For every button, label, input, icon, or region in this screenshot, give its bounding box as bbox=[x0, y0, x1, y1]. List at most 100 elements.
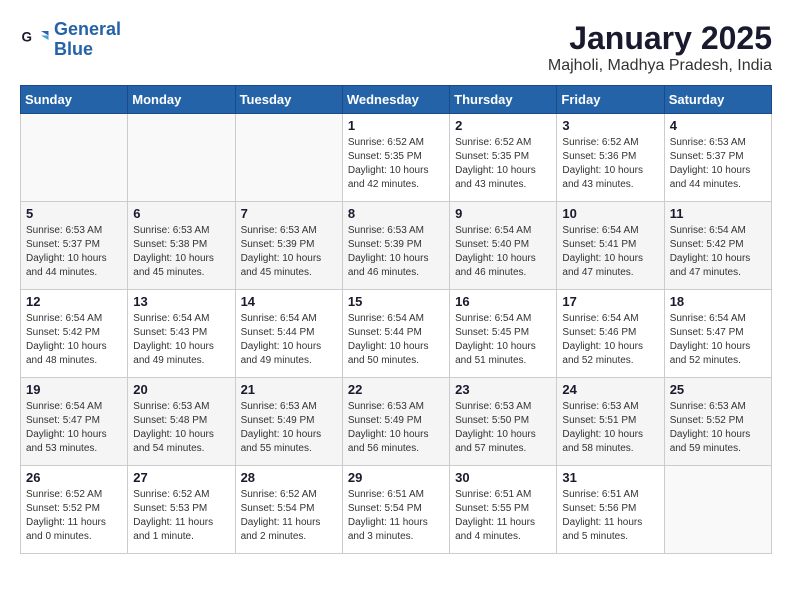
day-info: Sunrise: 6:53 AM Sunset: 5:37 PM Dayligh… bbox=[26, 224, 122, 280]
day-info: Sunrise: 6:53 AM Sunset: 5:49 PM Dayligh… bbox=[348, 400, 444, 456]
empty-day-cell bbox=[235, 114, 342, 202]
day-number: 25 bbox=[670, 382, 766, 397]
calendar-day-cell: 15 Sunrise: 6:54 AM Sunset: 5:44 PM Dayli… bbox=[342, 290, 449, 378]
day-number: 13 bbox=[133, 294, 229, 309]
day-info: Sunrise: 6:53 AM Sunset: 5:52 PM Dayligh… bbox=[670, 400, 766, 456]
calendar-table: SundayMondayTuesdayWednesdayThursdayFrid… bbox=[20, 85, 772, 554]
day-number: 3 bbox=[562, 118, 658, 133]
day-number: 19 bbox=[26, 382, 122, 397]
day-number: 9 bbox=[455, 206, 551, 221]
day-number: 23 bbox=[455, 382, 551, 397]
calendar-day-cell: 12 Sunrise: 6:54 AM Sunset: 5:42 PM Dayli… bbox=[21, 290, 128, 378]
calendar-week-row: 26 Sunrise: 6:52 AM Sunset: 5:52 PM Dayli… bbox=[21, 466, 772, 554]
calendar-day-cell: 30Sunrise: 6:51 AM Sunset: 5:55 PM Dayli… bbox=[450, 466, 557, 554]
calendar-day-cell: 18 Sunrise: 6:54 AM Sunset: 5:47 PM Dayli… bbox=[664, 290, 771, 378]
calendar-week-row: 5Sunrise: 6:53 AM Sunset: 5:37 PM Daylig… bbox=[21, 202, 772, 290]
calendar-week-row: 1 Sunrise: 6:52 AM Sunset: 5:35 PM Daylig… bbox=[21, 114, 772, 202]
day-number: 24 bbox=[562, 382, 658, 397]
day-info: Sunrise: 6:53 AM Sunset: 5:39 PM Dayligh… bbox=[241, 224, 337, 280]
day-info: Sunrise: 6:52 AM Sunset: 5:52 PM Dayligh… bbox=[26, 488, 122, 544]
day-number: 31 bbox=[562, 470, 658, 485]
day-number: 14 bbox=[241, 294, 337, 309]
logo-text: General Blue bbox=[54, 20, 121, 60]
day-info: Sunrise: 6:52 AM Sunset: 5:35 PM Dayligh… bbox=[348, 136, 444, 192]
day-number: 21 bbox=[241, 382, 337, 397]
calendar-day-cell: 23 Sunrise: 6:53 AM Sunset: 5:50 PM Dayli… bbox=[450, 378, 557, 466]
column-header-saturday: Saturday bbox=[664, 86, 771, 114]
calendar-day-cell: 22 Sunrise: 6:53 AM Sunset: 5:49 PM Dayli… bbox=[342, 378, 449, 466]
calendar-day-cell: 6 Sunrise: 6:53 AM Sunset: 5:38 PM Daylig… bbox=[128, 202, 235, 290]
page-header: G General Blue January 2025 Majholi, Mad… bbox=[20, 20, 772, 75]
day-info: Sunrise: 6:54 AM Sunset: 5:42 PM Dayligh… bbox=[670, 224, 766, 280]
calendar-day-cell: 26 Sunrise: 6:52 AM Sunset: 5:52 PM Dayli… bbox=[21, 466, 128, 554]
day-number: 30 bbox=[455, 470, 551, 485]
calendar-day-cell: 27Sunrise: 6:52 AM Sunset: 5:53 PM Dayli… bbox=[128, 466, 235, 554]
day-number: 12 bbox=[26, 294, 122, 309]
day-number: 2 bbox=[455, 118, 551, 133]
day-number: 4 bbox=[670, 118, 766, 133]
calendar-day-cell: 1 Sunrise: 6:52 AM Sunset: 5:35 PM Daylig… bbox=[342, 114, 449, 202]
day-number: 22 bbox=[348, 382, 444, 397]
calendar-day-cell: 19 Sunrise: 6:54 AM Sunset: 5:47 PM Dayli… bbox=[21, 378, 128, 466]
calendar-day-cell: 28 Sunrise: 6:52 AM Sunset: 5:54 PM Dayli… bbox=[235, 466, 342, 554]
day-info: Sunrise: 6:54 AM Sunset: 5:42 PM Dayligh… bbox=[26, 312, 122, 368]
day-number: 7 bbox=[241, 206, 337, 221]
day-number: 1 bbox=[348, 118, 444, 133]
calendar-week-row: 12 Sunrise: 6:54 AM Sunset: 5:42 PM Dayli… bbox=[21, 290, 772, 378]
calendar-day-cell: 14Sunrise: 6:54 AM Sunset: 5:44 PM Dayli… bbox=[235, 290, 342, 378]
day-info: Sunrise: 6:54 AM Sunset: 5:47 PM Dayligh… bbox=[26, 400, 122, 456]
svg-text:G: G bbox=[22, 29, 33, 44]
day-number: 16 bbox=[455, 294, 551, 309]
column-header-friday: Friday bbox=[557, 86, 664, 114]
day-number: 28 bbox=[241, 470, 337, 485]
day-info: Sunrise: 6:51 AM Sunset: 5:56 PM Dayligh… bbox=[562, 488, 658, 544]
day-info: Sunrise: 6:54 AM Sunset: 5:45 PM Dayligh… bbox=[455, 312, 551, 368]
day-info: Sunrise: 6:52 AM Sunset: 5:53 PM Dayligh… bbox=[133, 488, 229, 544]
calendar-day-cell: 10 Sunrise: 6:54 AM Sunset: 5:41 PM Dayli… bbox=[557, 202, 664, 290]
column-header-thursday: Thursday bbox=[450, 86, 557, 114]
calendar-day-cell: 7 Sunrise: 6:53 AM Sunset: 5:39 PM Daylig… bbox=[235, 202, 342, 290]
day-info: Sunrise: 6:53 AM Sunset: 5:38 PM Dayligh… bbox=[133, 224, 229, 280]
day-number: 18 bbox=[670, 294, 766, 309]
day-number: 6 bbox=[133, 206, 229, 221]
day-info: Sunrise: 6:51 AM Sunset: 5:54 PM Dayligh… bbox=[348, 488, 444, 544]
day-info: Sunrise: 6:54 AM Sunset: 5:47 PM Dayligh… bbox=[670, 312, 766, 368]
calendar-day-cell: 3 Sunrise: 6:52 AM Sunset: 5:36 PM Daylig… bbox=[557, 114, 664, 202]
calendar-day-cell: 8Sunrise: 6:53 AM Sunset: 5:39 PM Daylig… bbox=[342, 202, 449, 290]
calendar-day-cell: 20Sunrise: 6:53 AM Sunset: 5:48 PM Dayli… bbox=[128, 378, 235, 466]
day-info: Sunrise: 6:52 AM Sunset: 5:54 PM Dayligh… bbox=[241, 488, 337, 544]
day-number: 26 bbox=[26, 470, 122, 485]
column-header-tuesday: Tuesday bbox=[235, 86, 342, 114]
calendar-day-cell: 21 Sunrise: 6:53 AM Sunset: 5:49 PM Dayli… bbox=[235, 378, 342, 466]
day-info: Sunrise: 6:53 AM Sunset: 5:37 PM Dayligh… bbox=[670, 136, 766, 192]
day-info: Sunrise: 6:53 AM Sunset: 5:49 PM Dayligh… bbox=[241, 400, 337, 456]
day-number: 15 bbox=[348, 294, 444, 309]
title-block: January 2025 Majholi, Madhya Pradesh, In… bbox=[548, 20, 772, 75]
logo: G General Blue bbox=[20, 20, 121, 60]
calendar-day-cell: 4 Sunrise: 6:53 AM Sunset: 5:37 PM Daylig… bbox=[664, 114, 771, 202]
day-info: Sunrise: 6:53 AM Sunset: 5:51 PM Dayligh… bbox=[562, 400, 658, 456]
day-info: Sunrise: 6:54 AM Sunset: 5:41 PM Dayligh… bbox=[562, 224, 658, 280]
calendar-day-cell: 2Sunrise: 6:52 AM Sunset: 5:35 PM Daylig… bbox=[450, 114, 557, 202]
day-info: Sunrise: 6:54 AM Sunset: 5:40 PM Dayligh… bbox=[455, 224, 551, 280]
calendar-day-cell: 17Sunrise: 6:54 AM Sunset: 5:46 PM Dayli… bbox=[557, 290, 664, 378]
day-info: Sunrise: 6:54 AM Sunset: 5:43 PM Dayligh… bbox=[133, 312, 229, 368]
calendar-day-cell: 9 Sunrise: 6:54 AM Sunset: 5:40 PM Daylig… bbox=[450, 202, 557, 290]
calendar-week-row: 19 Sunrise: 6:54 AM Sunset: 5:47 PM Dayli… bbox=[21, 378, 772, 466]
empty-day-cell bbox=[664, 466, 771, 554]
day-number: 20 bbox=[133, 382, 229, 397]
day-info: Sunrise: 6:53 AM Sunset: 5:50 PM Dayligh… bbox=[455, 400, 551, 456]
calendar-day-cell: 29Sunrise: 6:51 AM Sunset: 5:54 PM Dayli… bbox=[342, 466, 449, 554]
empty-day-cell bbox=[21, 114, 128, 202]
calendar-day-cell: 31 Sunrise: 6:51 AM Sunset: 5:56 PM Dayli… bbox=[557, 466, 664, 554]
day-number: 17 bbox=[562, 294, 658, 309]
calendar-day-cell: 24 Sunrise: 6:53 AM Sunset: 5:51 PM Dayli… bbox=[557, 378, 664, 466]
day-info: Sunrise: 6:54 AM Sunset: 5:44 PM Dayligh… bbox=[348, 312, 444, 368]
logo-icon: G bbox=[20, 25, 50, 55]
calendar-day-cell: 25 Sunrise: 6:53 AM Sunset: 5:52 PM Dayli… bbox=[664, 378, 771, 466]
day-info: Sunrise: 6:53 AM Sunset: 5:39 PM Dayligh… bbox=[348, 224, 444, 280]
column-header-monday: Monday bbox=[128, 86, 235, 114]
day-info: Sunrise: 6:52 AM Sunset: 5:36 PM Dayligh… bbox=[562, 136, 658, 192]
column-header-wednesday: Wednesday bbox=[342, 86, 449, 114]
day-number: 10 bbox=[562, 206, 658, 221]
